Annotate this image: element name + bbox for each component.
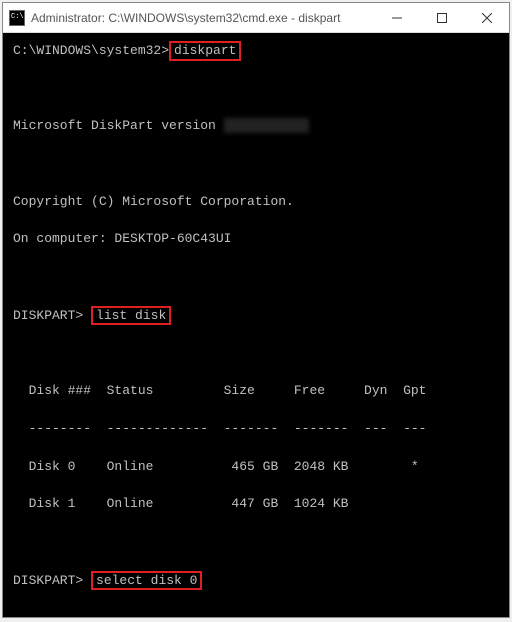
cmd-list-disk: list disk (91, 306, 171, 326)
maximize-button[interactable] (419, 3, 464, 32)
minimize-button[interactable] (374, 3, 419, 32)
close-button[interactable] (464, 3, 509, 32)
table-row: Disk 1 Online 447 GB 1024 KB (13, 495, 499, 514)
version-hidden: X.X.XXXXX.X (224, 118, 310, 133)
copyright-line: Copyright (C) Microsoft Corporation. (13, 193, 499, 212)
cmd-window: Administrator: C:\WINDOWS\system32\cmd.e… (2, 2, 510, 618)
titlebar[interactable]: Administrator: C:\WINDOWS\system32\cmd.e… (3, 3, 509, 33)
version-prefix: Microsoft DiskPart version (13, 118, 224, 133)
window-controls (374, 3, 509, 32)
terminal-output[interactable]: C:\WINDOWS\system32>diskpart Microsoft D… (3, 33, 509, 617)
window-title: Administrator: C:\WINDOWS\system32\cmd.e… (31, 11, 374, 25)
diskpart-prompt: DISKPART> (13, 573, 83, 588)
disk-table-divider: -------- ------------- ------- ------- -… (13, 420, 499, 439)
cmd-select-disk: select disk 0 (91, 571, 202, 591)
prompt-path: C:\WINDOWS\system32> (13, 43, 169, 58)
diskpart-prompt: DISKPART> (13, 308, 83, 323)
cmd-icon (9, 10, 25, 26)
disk-table-header: Disk ### Status Size Free Dyn Gpt (13, 382, 499, 401)
table-row: Disk 0 Online 465 GB 2048 KB * (13, 458, 499, 477)
computer-line: On computer: DESKTOP-60C43UI (13, 230, 499, 249)
cmd-diskpart: diskpart (169, 41, 241, 61)
